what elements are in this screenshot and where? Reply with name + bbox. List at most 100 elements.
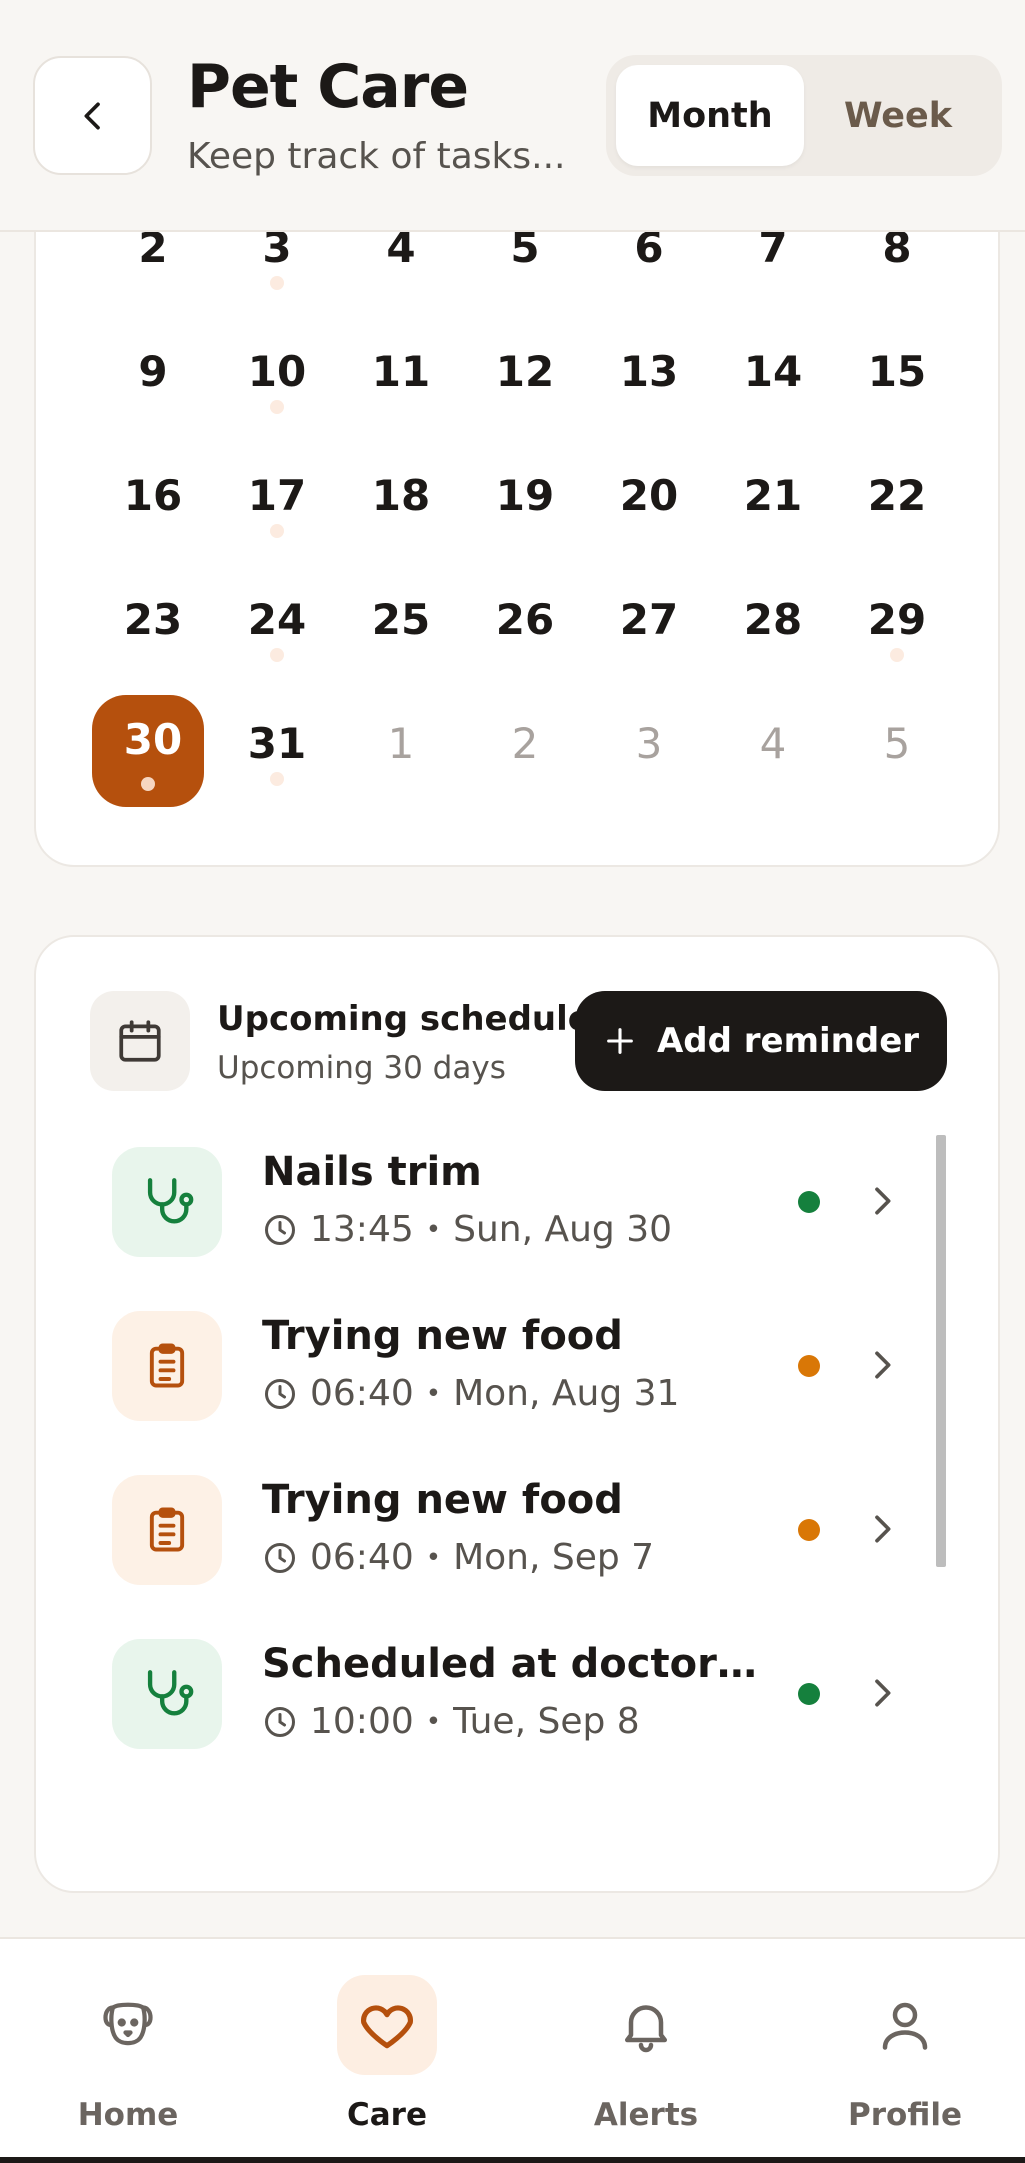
calendar-day-number: 15: [867, 346, 927, 396]
calendar-day-number: 20: [619, 470, 679, 520]
heart-icon: [361, 2005, 413, 2049]
back-button[interactable]: [33, 56, 152, 175]
calendar-day[interactable]: 13: [587, 314, 711, 438]
bell-icon: [625, 2005, 667, 2053]
add-reminder-label: Add reminder: [656, 1021, 920, 1061]
separator-dot: •: [425, 1706, 442, 1737]
nav-item-home[interactable]: Home: [28, 1975, 228, 2145]
schedule-item[interactable]: Nails trim 13:45 • Sun, Aug 30: [112, 1147, 912, 1277]
calendar-card: 2 3 4 5 6 7 8 9 10 11 12 13 14 15 16 17 18 19 20 21 22 23 24 25…: [34, 180, 1000, 867]
calendar-day-number: 5: [883, 718, 911, 768]
calendar-week-row: 23 24 25 26 27 28 29: [91, 562, 959, 686]
calendar-day[interactable]: 31: [215, 686, 339, 810]
schedule-card: Upcoming schedule Upcoming 30 days Add r…: [34, 935, 1000, 1893]
calendar-day[interactable]: 5: [835, 686, 959, 810]
calendar-day[interactable]: 1: [339, 686, 463, 810]
nav-label: Profile: [848, 2097, 962, 2133]
nav-item-care[interactable]: Care: [287, 1975, 487, 2145]
calendar-day[interactable]: 23: [91, 562, 215, 686]
calendar-day[interactable]: 27: [587, 562, 711, 686]
calendar-day[interactable]: 9: [91, 314, 215, 438]
schedule-item-time: 06:40: [310, 1537, 414, 1578]
calendar-day-number: 26: [495, 594, 555, 644]
schedule-list[interactable]: Nails trim 13:45 • Sun, Aug 30 Trying new fo…: [36, 1127, 966, 1772]
schedule-item-title: Nails trim: [262, 1149, 482, 1195]
calendar-day[interactable]: 28: [711, 562, 835, 686]
schedule-item[interactable]: Trying new food 06:40 • Mon, Sep 7: [112, 1475, 912, 1605]
calendar-day-number: 18: [371, 470, 431, 520]
health-badge: [112, 1147, 222, 1257]
schedule-item-meta: 06:40 • Mon, Sep 7: [262, 1537, 654, 1578]
add-reminder-button[interactable]: Add reminder: [575, 991, 947, 1091]
calendar-day[interactable]: 15: [835, 314, 959, 438]
month-tab[interactable]: Month: [616, 65, 804, 166]
clock-icon: [262, 1704, 298, 1740]
calendar-day[interactable]: 19: [463, 438, 587, 562]
calendar-day-number: 30: [123, 714, 183, 764]
chevron-right-icon[interactable]: [862, 1673, 902, 1717]
schedule-item-meta: 13:45 • Sun, Aug 30: [262, 1209, 672, 1250]
calendar-day-number: 4: [759, 718, 787, 768]
calendar-day-number: 23: [123, 594, 183, 644]
chevron-right-icon[interactable]: [862, 1181, 902, 1225]
header: Pet Care Keep track of tasks... Month We…: [0, 0, 1025, 232]
calendar-day[interactable]: 3: [587, 686, 711, 810]
nav-icon-wrap: [337, 1975, 437, 2075]
user-icon: [882, 2002, 928, 2050]
schedule-item-title: Trying new food: [262, 1313, 623, 1359]
schedule-item-time: 06:40: [310, 1373, 414, 1414]
nav-icon-wrap: [855, 1975, 955, 2075]
separator-dot: •: [425, 1214, 442, 1245]
schedule-item[interactable]: Trying new food 06:40 • Mon, Aug 31: [112, 1311, 912, 1441]
status-dot: [798, 1191, 820, 1213]
separator-dot: •: [425, 1378, 442, 1409]
calendar-day[interactable]: 25: [339, 562, 463, 686]
status-dot: [798, 1355, 820, 1377]
health-badge: [112, 1639, 222, 1749]
page-title: Pet Care: [187, 52, 469, 122]
event-dot: [270, 524, 284, 538]
schedule-item-date: Tue, Sep 8: [453, 1701, 640, 1742]
calendar-day[interactable]: 26: [463, 562, 587, 686]
calendar-day[interactable]: 10: [215, 314, 339, 438]
calendar-day[interactable]: 18: [339, 438, 463, 562]
calendar-day-number: 21: [743, 470, 803, 520]
event-dot: [270, 648, 284, 662]
nav-icon-wrap: [78, 1975, 178, 2075]
separator-dot: •: [425, 1542, 442, 1573]
schedule-item[interactable]: Scheduled at doctor M... 10:00 • Tue, Sep 8: [112, 1639, 912, 1769]
calendar-day[interactable]: 12: [463, 314, 587, 438]
calendar-day-selected[interactable]: 30: [91, 686, 215, 810]
calendar-day-number: 14: [743, 346, 803, 396]
calendar-day[interactable]: 2: [463, 686, 587, 810]
home-indicator-bar: [0, 2157, 1025, 2163]
week-tab[interactable]: Week: [804, 65, 992, 166]
schedule-item-meta: 10:00 • Tue, Sep 8: [262, 1701, 640, 1742]
event-dot: [270, 772, 284, 786]
calendar-day[interactable]: 17: [215, 438, 339, 562]
schedule-scrollbar[interactable]: [936, 1135, 946, 1567]
schedule-item-date: Sun, Aug 30: [453, 1209, 673, 1250]
page-subtitle: Keep track of tasks...: [187, 136, 566, 177]
view-toggle: Month Week: [606, 55, 1002, 176]
calendar-week-row: 16 17 18 19 20 21 22: [91, 438, 959, 562]
calendar-day-number: 25: [371, 594, 431, 644]
calendar-day-number: 31: [247, 718, 307, 768]
chevron-right-icon[interactable]: [862, 1509, 902, 1553]
calendar-day-number: 28: [743, 594, 803, 644]
calendar-day[interactable]: 14: [711, 314, 835, 438]
calendar-day[interactable]: 21: [711, 438, 835, 562]
calendar-day[interactable]: 11: [339, 314, 463, 438]
calendar-day[interactable]: 20: [587, 438, 711, 562]
calendar-day[interactable]: 4: [711, 686, 835, 810]
calendar-day-number: 1: [387, 718, 415, 768]
stethoscope-icon: [147, 1670, 194, 1716]
calendar-day[interactable]: 22: [835, 438, 959, 562]
calendar-day[interactable]: 24: [215, 562, 339, 686]
calendar-day[interactable]: 29: [835, 562, 959, 686]
chevron-right-icon[interactable]: [862, 1345, 902, 1389]
nav-item-profile[interactable]: Profile: [805, 1975, 1005, 2145]
nav-item-alerts[interactable]: Alerts: [546, 1975, 746, 2145]
calendar-day[interactable]: 16: [91, 438, 215, 562]
calendar-day-number: 13: [619, 346, 679, 396]
